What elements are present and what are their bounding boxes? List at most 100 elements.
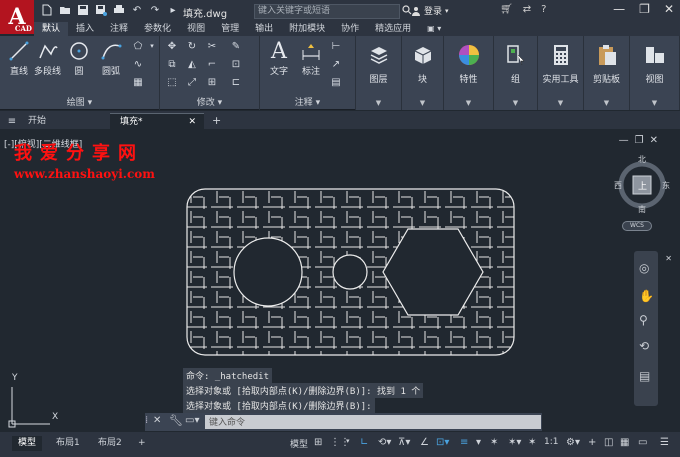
modify-panel-title[interactable]: 修改 ▾: [160, 95, 259, 108]
utilities-panel[interactable]: 实用工具 ▼: [538, 36, 584, 110]
menu-icon[interactable]: ≡: [6, 115, 18, 127]
steering-wheel-icon[interactable]: ◎: [639, 261, 649, 275]
osnap-icon[interactable]: ∠: [420, 437, 429, 448]
video-icon[interactable]: ▣ ▾: [419, 22, 449, 36]
exchange-icon[interactable]: ⇄: [523, 4, 531, 15]
add-layout-button[interactable]: +: [132, 436, 152, 451]
hardware-acceleration-icon[interactable]: ▭: [638, 437, 647, 448]
trim-icon[interactable]: ✂: [206, 40, 218, 52]
tab-insert[interactable]: 插入: [68, 22, 102, 36]
offset-icon[interactable]: ⊏: [230, 76, 242, 88]
polyline-tool[interactable]: 多段线: [34, 38, 61, 77]
lineweight-icon[interactable]: ≡: [460, 437, 468, 448]
annotation-visibility-icon[interactable]: ✶: [490, 437, 498, 448]
transparency-icon[interactable]: ▾: [476, 437, 481, 448]
draw-panel-title[interactable]: 绘图 ▾: [0, 95, 159, 108]
block-panel[interactable]: 块 ▼: [402, 36, 444, 110]
save-icon[interactable]: [76, 3, 90, 17]
leader-icon[interactable]: ↗: [330, 58, 342, 70]
quick-properties-icon[interactable]: ▦: [620, 437, 629, 448]
save-as-icon[interactable]: [94, 3, 108, 17]
cmd-close-icon[interactable]: ✕: [153, 415, 161, 426]
help-icon[interactable]: ?: [541, 4, 546, 15]
login-button[interactable]: 登录 ▾: [411, 4, 449, 17]
hatch-icon[interactable]: ▦: [132, 76, 144, 88]
undo-icon[interactable]: ↶: [130, 3, 144, 17]
units-icon[interactable]: ◫: [604, 437, 613, 448]
layout-tab-model[interactable]: 模型: [12, 436, 43, 451]
stretch-icon[interactable]: ⬚: [166, 76, 178, 88]
layers-panel[interactable]: 图层 ▼: [356, 36, 402, 110]
model-space-button[interactable]: 模型: [290, 437, 308, 450]
command-input[interactable]: 键入命令: [205, 415, 541, 429]
cmd-grip-icon[interactable]: ⁞: [145, 415, 148, 426]
copy-icon[interactable]: ⧉: [166, 58, 178, 70]
search-input[interactable]: 键入关键字或短语: [254, 4, 400, 19]
scale-readout[interactable]: 1:1: [544, 437, 558, 447]
viewcube-east[interactable]: 东: [662, 180, 670, 191]
open-file-icon[interactable]: [58, 3, 72, 17]
annotation-monitor-icon[interactable]: +: [588, 437, 596, 448]
otrack-icon[interactable]: ⊡▾: [436, 437, 449, 448]
annotation-panel-title[interactable]: 注释 ▾: [260, 95, 355, 108]
maximize-button[interactable]: ❐: [639, 2, 650, 16]
viewcube-west[interactable]: 西: [614, 180, 622, 191]
circle-tool[interactable]: 圆: [66, 38, 92, 77]
text-tool[interactable]: A 文字: [266, 38, 292, 78]
mirror-icon[interactable]: ◭: [186, 58, 198, 70]
group-panel[interactable]: 组 ▼: [494, 36, 538, 110]
polygon-icon[interactable]: ⬠: [132, 40, 144, 52]
zoom-icon[interactable]: ⚲: [639, 313, 648, 327]
move-icon[interactable]: ✥: [166, 40, 178, 52]
viewcube[interactable]: 北 南 西 东 上: [614, 154, 670, 215]
arc-tool[interactable]: 圆弧: [98, 38, 124, 77]
tab-addins[interactable]: 附加模块: [281, 22, 333, 36]
showmotion-icon[interactable]: ▤: [639, 369, 650, 383]
wcs-menu[interactable]: WCS: [622, 221, 652, 231]
layout-tab-layout2[interactable]: 布局2: [92, 436, 128, 451]
tab-hatch-drawing[interactable]: 填充* ✕: [110, 113, 204, 129]
ortho-icon[interactable]: ∟: [360, 437, 368, 448]
redo-icon[interactable]: ↷: [148, 3, 162, 17]
close-icon[interactable]: ✕: [188, 114, 196, 130]
line-tool[interactable]: 直线: [6, 38, 32, 77]
chevron-down-icon[interactable]: ▾: [146, 40, 158, 52]
layout-tab-layout1[interactable]: 布局1: [50, 436, 86, 451]
cmd-customize-icon[interactable]: 🔧︎: [169, 414, 183, 427]
app-menu-button[interactable]: A CAD: [0, 0, 34, 34]
explode-icon[interactable]: ⊡: [230, 58, 242, 70]
spline-icon[interactable]: ∿: [132, 58, 144, 70]
tab-parametric[interactable]: 参数化: [136, 22, 179, 36]
rotate-icon[interactable]: ↻: [186, 40, 198, 52]
cart-icon[interactable]: 🛒︎: [500, 4, 513, 15]
tab-output[interactable]: 输出: [247, 22, 281, 36]
close-button[interactable]: ✕: [664, 2, 674, 16]
more-arrow-icon[interactable]: ▸: [166, 3, 180, 17]
isodraft-icon[interactable]: ⊼▾: [398, 437, 410, 448]
fillet-icon[interactable]: ⌐: [206, 58, 218, 70]
tab-featured-apps[interactable]: 精选应用: [367, 22, 419, 36]
new-file-icon[interactable]: [40, 3, 54, 17]
pan-icon[interactable]: ✋: [639, 289, 654, 303]
cmd-recent-icon[interactable]: ▭▾: [185, 415, 199, 426]
workspace-icon[interactable]: ⚙▾: [566, 437, 580, 448]
tab-annotate[interactable]: 注释: [102, 22, 136, 36]
orbit-icon[interactable]: ⟲: [639, 339, 649, 353]
snap-dropdown-icon[interactable]: ▾: [346, 437, 350, 445]
grid-icon[interactable]: ⊞: [314, 437, 322, 448]
scale-icon[interactable]: ⤢: [186, 76, 198, 88]
linear-dim-icon[interactable]: ⊢: [330, 40, 342, 52]
annotation-scale-icon[interactable]: ✶▾: [508, 437, 521, 448]
polar-icon[interactable]: ⟲▾: [378, 437, 391, 448]
dimension-tool[interactable]: 标注: [298, 38, 324, 77]
viewcube-south[interactable]: 南: [638, 204, 646, 215]
viewcube-north[interactable]: 北: [638, 154, 646, 165]
minimize-button[interactable]: —: [613, 2, 625, 16]
tab-start[interactable]: 开始: [18, 113, 108, 129]
plot-icon[interactable]: [112, 3, 126, 17]
tab-default[interactable]: 默认: [34, 22, 69, 36]
view-panel[interactable]: 视图 ▼: [630, 36, 680, 110]
tab-view[interactable]: 视图: [179, 22, 213, 36]
new-tab-button[interactable]: +: [212, 114, 221, 127]
customization-icon[interactable]: ☰: [660, 437, 669, 448]
